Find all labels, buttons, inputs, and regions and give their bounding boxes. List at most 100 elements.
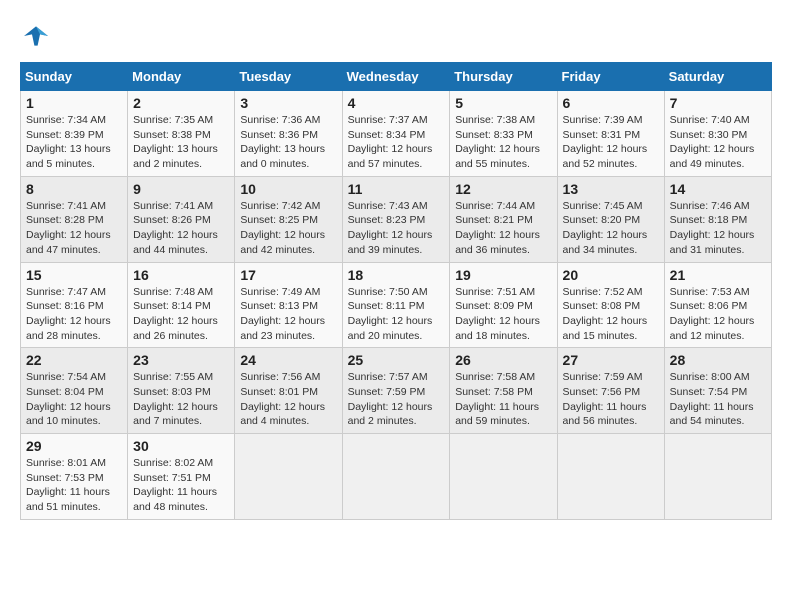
sunset-text: Sunset: 8:09 PM [455, 299, 551, 314]
daylight-text: Daylight: 12 hours and 34 minutes. [563, 228, 659, 257]
calendar-day-cell: 13 Sunrise: 7:45 AM Sunset: 8:20 PM Dayl… [557, 176, 664, 262]
daylight-text: Daylight: 12 hours and 57 minutes. [348, 142, 445, 171]
day-number: 28 [670, 352, 766, 368]
day-number: 21 [670, 267, 766, 283]
day-info: Sunrise: 7:52 AM Sunset: 8:08 PM Dayligh… [563, 285, 659, 344]
calendar-day-cell: 20 Sunrise: 7:52 AM Sunset: 8:08 PM Dayl… [557, 262, 664, 348]
logo-icon [20, 20, 52, 52]
day-info: Sunrise: 7:44 AM Sunset: 8:21 PM Dayligh… [455, 199, 551, 258]
sunset-text: Sunset: 8:06 PM [670, 299, 766, 314]
daylight-text: Daylight: 11 hours and 51 minutes. [26, 485, 122, 514]
day-number: 1 [26, 95, 122, 111]
day-number: 11 [348, 181, 445, 197]
day-info: Sunrise: 7:55 AM Sunset: 8:03 PM Dayligh… [133, 370, 229, 429]
day-number: 23 [133, 352, 229, 368]
sunset-text: Sunset: 8:11 PM [348, 299, 445, 314]
day-number: 9 [133, 181, 229, 197]
sunrise-text: Sunrise: 7:41 AM [26, 199, 122, 214]
weekday-header: Friday [557, 63, 664, 91]
calendar-day-cell: 17 Sunrise: 7:49 AM Sunset: 8:13 PM Dayl… [235, 262, 342, 348]
sunrise-text: Sunrise: 7:41 AM [133, 199, 229, 214]
calendar-day-cell: 16 Sunrise: 7:48 AM Sunset: 8:14 PM Dayl… [128, 262, 235, 348]
day-info: Sunrise: 7:53 AM Sunset: 8:06 PM Dayligh… [670, 285, 766, 344]
weekday-header: Monday [128, 63, 235, 91]
day-info: Sunrise: 7:36 AM Sunset: 8:36 PM Dayligh… [240, 113, 336, 172]
sunrise-text: Sunrise: 7:51 AM [455, 285, 551, 300]
calendar-day-cell: 23 Sunrise: 7:55 AM Sunset: 8:03 PM Dayl… [128, 348, 235, 434]
sunset-text: Sunset: 8:36 PM [240, 128, 336, 143]
day-number: 4 [348, 95, 445, 111]
sunrise-text: Sunrise: 7:58 AM [455, 370, 551, 385]
daylight-text: Daylight: 11 hours and 59 minutes. [455, 400, 551, 429]
weekday-header: Wednesday [342, 63, 450, 91]
sunrise-text: Sunrise: 7:36 AM [240, 113, 336, 128]
day-number: 30 [133, 438, 229, 454]
calendar-day-cell: 24 Sunrise: 7:56 AM Sunset: 8:01 PM Dayl… [235, 348, 342, 434]
day-number: 22 [26, 352, 122, 368]
day-info: Sunrise: 7:49 AM Sunset: 8:13 PM Dayligh… [240, 285, 336, 344]
calendar-day-cell: 15 Sunrise: 7:47 AM Sunset: 8:16 PM Dayl… [21, 262, 128, 348]
day-number: 13 [563, 181, 659, 197]
calendar-day-cell [664, 434, 771, 520]
calendar-day-cell: 8 Sunrise: 7:41 AM Sunset: 8:28 PM Dayli… [21, 176, 128, 262]
calendar-day-cell: 2 Sunrise: 7:35 AM Sunset: 8:38 PM Dayli… [128, 91, 235, 177]
calendar-day-cell: 11 Sunrise: 7:43 AM Sunset: 8:23 PM Dayl… [342, 176, 450, 262]
daylight-text: Daylight: 12 hours and 26 minutes. [133, 314, 229, 343]
day-number: 2 [133, 95, 229, 111]
sunrise-text: Sunrise: 7:38 AM [455, 113, 551, 128]
sunset-text: Sunset: 8:23 PM [348, 213, 445, 228]
calendar-day-cell: 1 Sunrise: 7:34 AM Sunset: 8:39 PM Dayli… [21, 91, 128, 177]
daylight-text: Daylight: 12 hours and 12 minutes. [670, 314, 766, 343]
day-info: Sunrise: 7:35 AM Sunset: 8:38 PM Dayligh… [133, 113, 229, 172]
day-info: Sunrise: 7:54 AM Sunset: 8:04 PM Dayligh… [26, 370, 122, 429]
sunrise-text: Sunrise: 7:46 AM [670, 199, 766, 214]
sunset-text: Sunset: 8:16 PM [26, 299, 122, 314]
day-info: Sunrise: 7:56 AM Sunset: 8:01 PM Dayligh… [240, 370, 336, 429]
sunrise-text: Sunrise: 7:53 AM [670, 285, 766, 300]
calendar-day-cell: 10 Sunrise: 7:42 AM Sunset: 8:25 PM Dayl… [235, 176, 342, 262]
sunset-text: Sunset: 8:04 PM [26, 385, 122, 400]
daylight-text: Daylight: 12 hours and 20 minutes. [348, 314, 445, 343]
day-number: 20 [563, 267, 659, 283]
sunrise-text: Sunrise: 7:56 AM [240, 370, 336, 385]
sunset-text: Sunset: 8:13 PM [240, 299, 336, 314]
calendar-day-cell: 5 Sunrise: 7:38 AM Sunset: 8:33 PM Dayli… [450, 91, 557, 177]
sunset-text: Sunset: 8:31 PM [563, 128, 659, 143]
sunset-text: Sunset: 7:59 PM [348, 385, 445, 400]
day-number: 7 [670, 95, 766, 111]
day-info: Sunrise: 7:47 AM Sunset: 8:16 PM Dayligh… [26, 285, 122, 344]
daylight-text: Daylight: 12 hours and 52 minutes. [563, 142, 659, 171]
day-info: Sunrise: 8:00 AM Sunset: 7:54 PM Dayligh… [670, 370, 766, 429]
sunset-text: Sunset: 8:33 PM [455, 128, 551, 143]
sunset-text: Sunset: 8:39 PM [26, 128, 122, 143]
day-info: Sunrise: 7:59 AM Sunset: 7:56 PM Dayligh… [563, 370, 659, 429]
sunrise-text: Sunrise: 8:00 AM [670, 370, 766, 385]
sunset-text: Sunset: 8:21 PM [455, 213, 551, 228]
calendar-day-cell [235, 434, 342, 520]
daylight-text: Daylight: 12 hours and 18 minutes. [455, 314, 551, 343]
sunset-text: Sunset: 7:51 PM [133, 471, 229, 486]
weekday-header: Sunday [21, 63, 128, 91]
day-number: 19 [455, 267, 551, 283]
day-info: Sunrise: 7:37 AM Sunset: 8:34 PM Dayligh… [348, 113, 445, 172]
sunrise-text: Sunrise: 7:49 AM [240, 285, 336, 300]
sunset-text: Sunset: 8:08 PM [563, 299, 659, 314]
calendar-day-cell: 29 Sunrise: 8:01 AM Sunset: 7:53 PM Dayl… [21, 434, 128, 520]
day-info: Sunrise: 7:46 AM Sunset: 8:18 PM Dayligh… [670, 199, 766, 258]
daylight-text: Daylight: 13 hours and 2 minutes. [133, 142, 229, 171]
calendar-day-cell: 19 Sunrise: 7:51 AM Sunset: 8:09 PM Dayl… [450, 262, 557, 348]
daylight-text: Daylight: 12 hours and 15 minutes. [563, 314, 659, 343]
calendar-day-cell [342, 434, 450, 520]
sunset-text: Sunset: 8:01 PM [240, 385, 336, 400]
sunset-text: Sunset: 8:18 PM [670, 213, 766, 228]
sunset-text: Sunset: 8:28 PM [26, 213, 122, 228]
calendar-day-cell: 26 Sunrise: 7:58 AM Sunset: 7:58 PM Dayl… [450, 348, 557, 434]
sunrise-text: Sunrise: 7:50 AM [348, 285, 445, 300]
day-number: 5 [455, 95, 551, 111]
calendar-day-cell: 27 Sunrise: 7:59 AM Sunset: 7:56 PM Dayl… [557, 348, 664, 434]
weekday-header: Tuesday [235, 63, 342, 91]
day-info: Sunrise: 7:45 AM Sunset: 8:20 PM Dayligh… [563, 199, 659, 258]
day-info: Sunrise: 7:39 AM Sunset: 8:31 PM Dayligh… [563, 113, 659, 172]
calendar-day-cell [450, 434, 557, 520]
day-info: Sunrise: 8:02 AM Sunset: 7:51 PM Dayligh… [133, 456, 229, 515]
